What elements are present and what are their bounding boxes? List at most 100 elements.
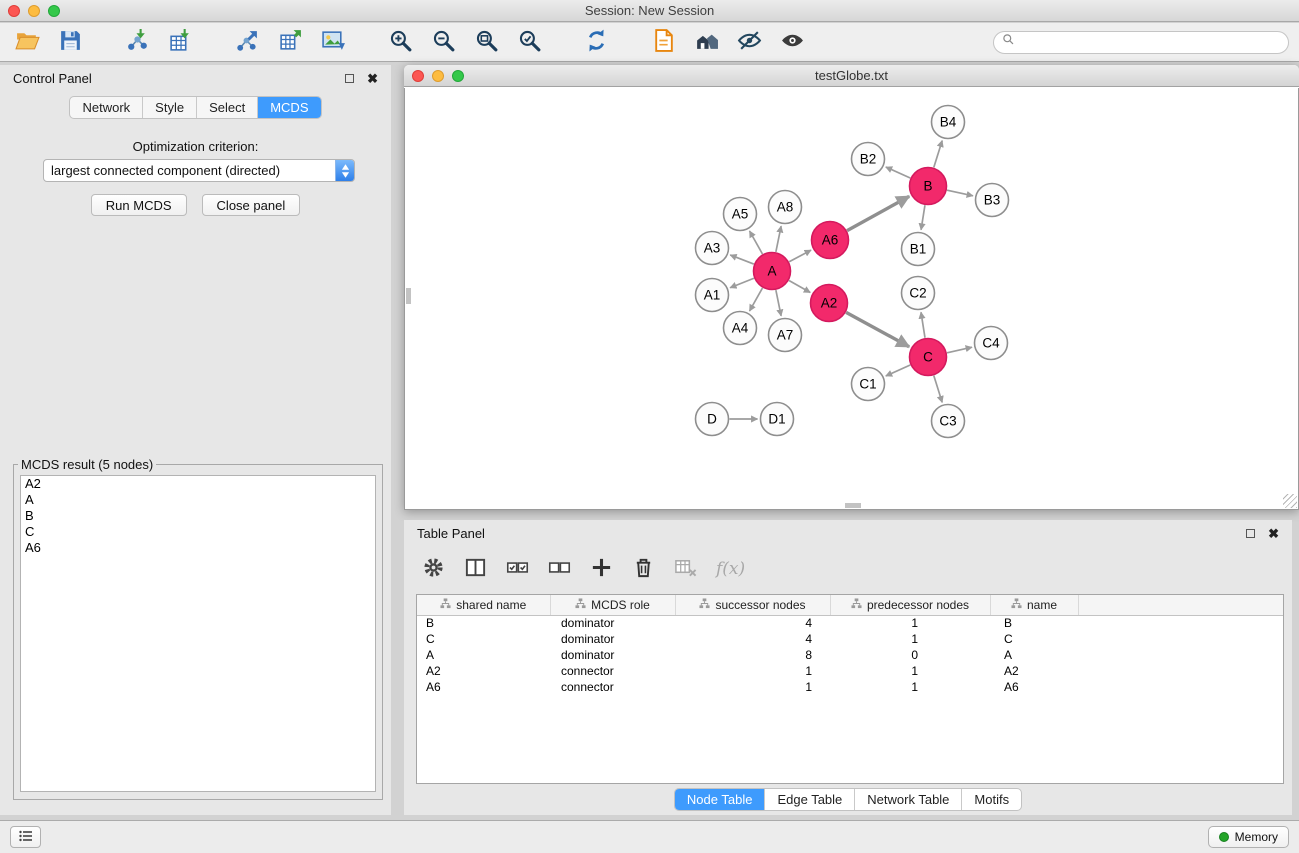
export-table-button[interactable]: [269, 26, 312, 58]
network-close-button[interactable]: [412, 70, 424, 82]
search-input[interactable]: [1015, 35, 1280, 50]
network-zoom-button[interactable]: [452, 70, 464, 82]
edge-A-A1[interactable]: [730, 278, 754, 288]
edge-A-A6[interactable]: [789, 250, 811, 262]
column-header-name[interactable]: name: [990, 595, 1078, 615]
node-C4[interactable]: C4: [975, 327, 1008, 360]
gear-button[interactable]: [422, 554, 445, 584]
function-button[interactable]: f(x): [716, 554, 745, 584]
edge-C-C4[interactable]: [947, 347, 972, 353]
checked-boxes-button[interactable]: [506, 554, 529, 584]
edge-A6-B[interactable]: [847, 196, 909, 230]
memory-button[interactable]: Memory: [1208, 826, 1289, 848]
save-disk-button[interactable]: [49, 26, 92, 58]
column-header-successor-nodes[interactable]: successor nodes: [675, 595, 830, 615]
unchecked-boxes-button[interactable]: [548, 554, 571, 584]
node-B4[interactable]: B4: [932, 106, 965, 139]
eye-button[interactable]: [771, 26, 814, 58]
grid-remove-button[interactable]: [674, 554, 697, 584]
open-folder-button[interactable]: [6, 26, 49, 58]
node-A3[interactable]: A3: [696, 232, 729, 265]
node-A4[interactable]: A4: [724, 312, 757, 345]
node-D1[interactable]: D1: [761, 403, 794, 436]
edge-B-B2[interactable]: [886, 167, 910, 178]
node-C3[interactable]: C3: [932, 405, 965, 438]
edge-C-C2[interactable]: [921, 312, 925, 337]
task-history-button[interactable]: [10, 826, 41, 848]
close-panel-icon[interactable]: ✖: [367, 72, 378, 85]
tab-network[interactable]: Network: [70, 97, 142, 118]
run-mcds-button[interactable]: Run MCDS: [91, 194, 187, 216]
zoom-window-button[interactable]: [48, 5, 60, 17]
edge-A2-C[interactable]: [846, 312, 909, 346]
table-row[interactable]: Bdominator41B: [417, 615, 1283, 631]
column-header-mcds-role[interactable]: MCDS role: [550, 595, 675, 615]
split-columns-button[interactable]: [464, 554, 487, 584]
window-titlebar[interactable]: Session: New Session: [0, 0, 1299, 22]
column-header-shared-name[interactable]: shared name: [417, 595, 550, 615]
table-row[interactable]: Cdominator41C: [417, 631, 1283, 647]
mcds-result-item[interactable]: A: [21, 492, 375, 508]
mcds-result-item[interactable]: A6: [21, 540, 375, 556]
trash-button[interactable]: [632, 554, 655, 584]
edge-C-C3[interactable]: [934, 376, 942, 403]
mcds-result-list[interactable]: A2ABCA6: [20, 475, 376, 792]
node-D[interactable]: D: [696, 403, 729, 436]
node-B2[interactable]: B2: [852, 143, 885, 176]
node-A5[interactable]: A5: [724, 198, 757, 231]
node-A[interactable]: A: [754, 253, 791, 290]
home-button[interactable]: [685, 26, 728, 58]
network-minimize-button[interactable]: [432, 70, 444, 82]
close-panel-button[interactable]: Close panel: [202, 194, 301, 216]
import-table-button[interactable]: [159, 26, 202, 58]
mcds-result-item[interactable]: C: [21, 524, 375, 540]
edge-A-A4[interactable]: [750, 288, 763, 311]
tab-edge-table[interactable]: Edge Table: [764, 789, 854, 810]
export-network-button[interactable]: [226, 26, 269, 58]
edge-A-A7[interactable]: [776, 290, 781, 316]
zoom-in-button[interactable]: [379, 26, 422, 58]
node-A8[interactable]: A8: [769, 191, 802, 224]
node-C[interactable]: C: [910, 339, 947, 376]
search-box[interactable]: [993, 31, 1289, 54]
mcds-result-item[interactable]: A2: [21, 476, 375, 492]
column-header-predecessor-nodes[interactable]: predecessor nodes: [830, 595, 990, 615]
edge-C-C1[interactable]: [886, 365, 910, 376]
table-row[interactable]: Adominator80A: [417, 647, 1283, 663]
eye-slash-button[interactable]: [728, 26, 771, 58]
tab-node-table[interactable]: Node Table: [675, 789, 765, 810]
tab-style[interactable]: Style: [142, 97, 196, 118]
node-B1[interactable]: B1: [902, 233, 935, 266]
zoom-selected-button[interactable]: [508, 26, 551, 58]
plus-button[interactable]: [590, 554, 613, 584]
table-row[interactable]: A2connector11A2: [417, 663, 1283, 679]
edge-B-B4[interactable]: [934, 141, 942, 168]
float-panel-icon[interactable]: [345, 74, 354, 83]
document-button[interactable]: [642, 26, 685, 58]
close-window-button[interactable]: [8, 5, 20, 17]
node-C1[interactable]: C1: [852, 368, 885, 401]
network-canvas[interactable]: B4 B2 B B3 A5 A8 A6 B1 A3 A C2 A1 A2 A4 A7 C4 C C1 C3 D D1: [404, 88, 1299, 510]
table-row[interactable]: A6connector11A6: [417, 679, 1283, 695]
mcds-result-item[interactable]: B: [21, 508, 375, 524]
node-A1[interactable]: A1: [696, 279, 729, 312]
node-A7[interactable]: A7: [769, 319, 802, 352]
node-A2[interactable]: A2: [811, 285, 848, 322]
node-B3[interactable]: B3: [976, 184, 1009, 217]
export-image-button[interactable]: [312, 26, 355, 58]
node-B[interactable]: B: [910, 168, 947, 205]
refresh-button[interactable]: [575, 26, 618, 58]
tab-motifs[interactable]: Motifs: [961, 789, 1021, 810]
criterion-dropdown[interactable]: largest connected component (directed): [43, 159, 355, 182]
node-A6[interactable]: A6: [812, 222, 849, 259]
edge-A-A2[interactable]: [789, 281, 810, 293]
tab-mcds[interactable]: MCDS: [257, 97, 320, 118]
close-table-panel-icon[interactable]: ✖: [1268, 527, 1279, 540]
tab-network-table[interactable]: Network Table: [854, 789, 961, 810]
node-C2[interactable]: C2: [902, 277, 935, 310]
edge-A-A3[interactable]: [730, 255, 754, 264]
edge-A-A8[interactable]: [776, 226, 781, 252]
zoom-out-button[interactable]: [422, 26, 465, 58]
minimize-window-button[interactable]: [28, 5, 40, 17]
network-window-titlebar[interactable]: testGlobe.txt: [404, 65, 1299, 87]
